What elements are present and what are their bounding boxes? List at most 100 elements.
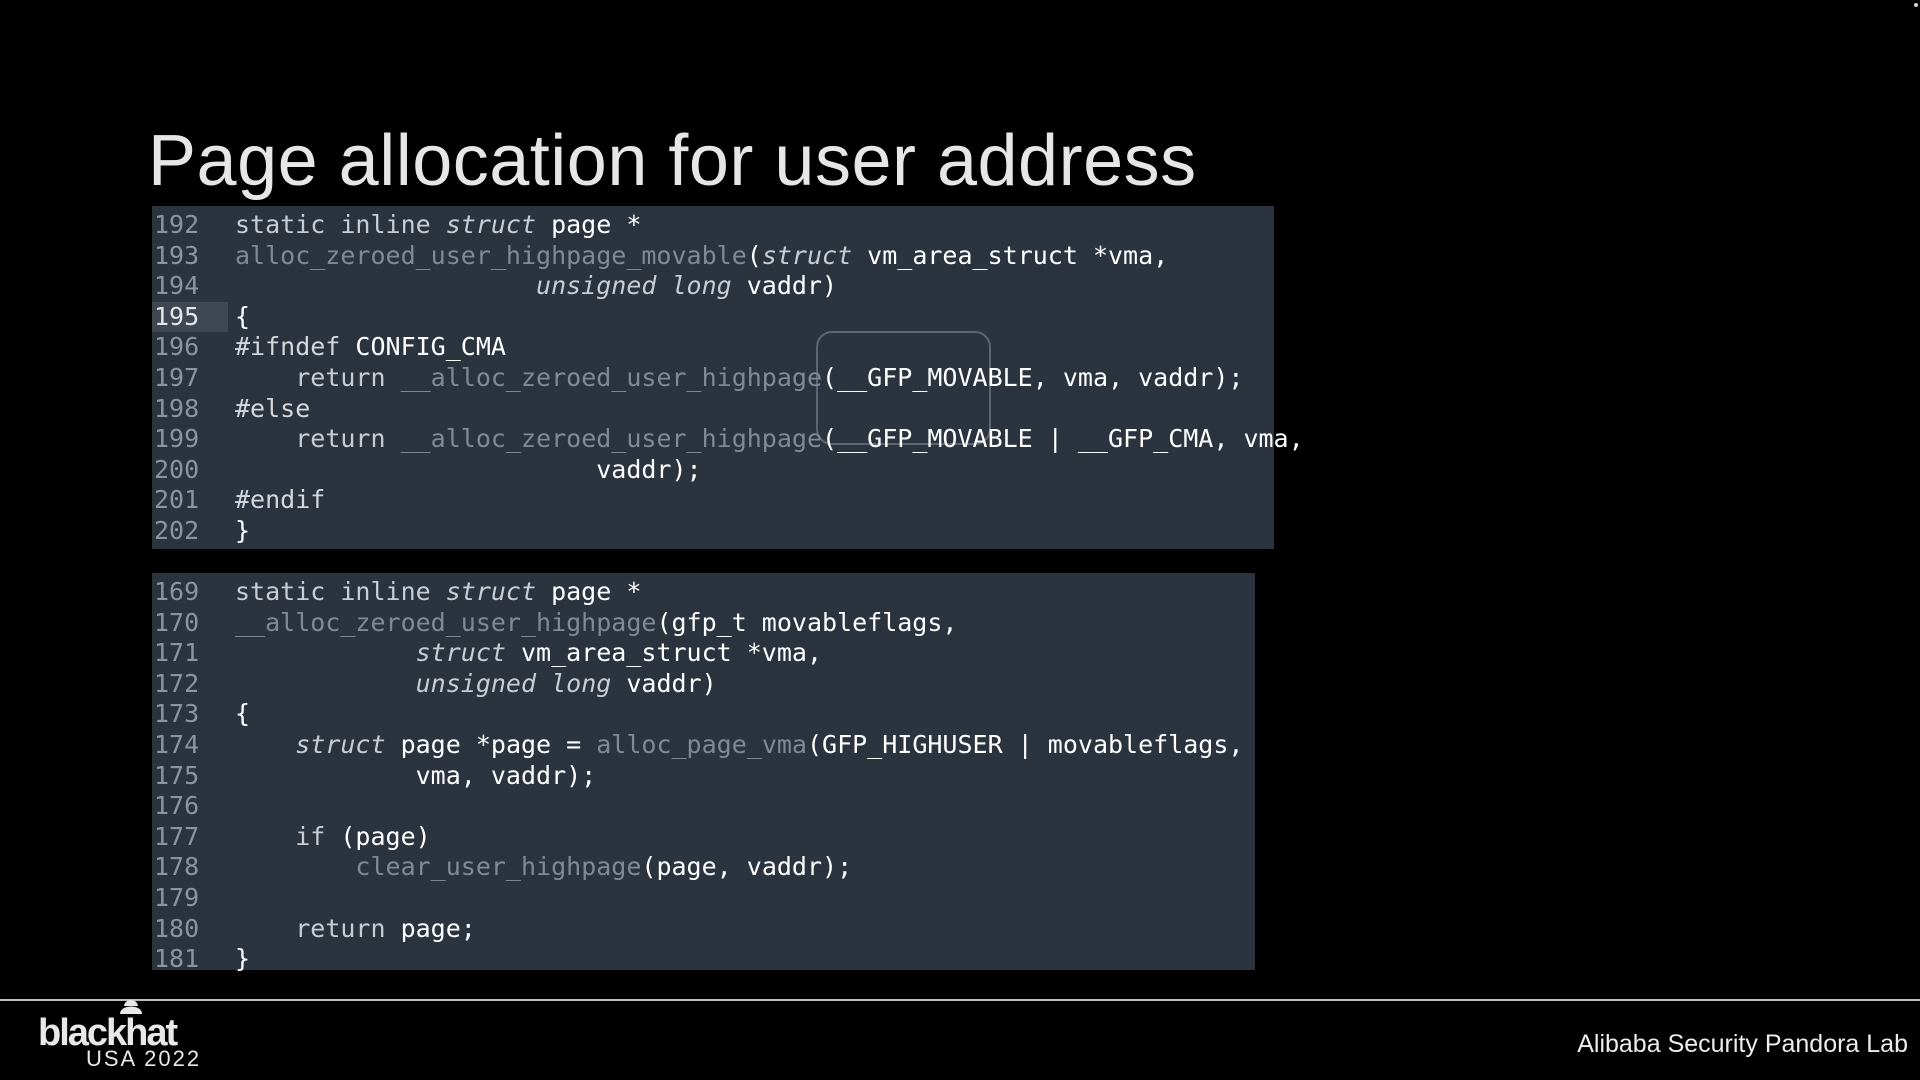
code-line: 176: [152, 791, 1255, 822]
code-token: }: [235, 516, 251, 545]
line-number: 193: [154, 240, 200, 270]
line-number: 200: [154, 454, 200, 484]
line-number: 176: [154, 791, 200, 821]
code-text: struct vm_area_struct *vma,: [235, 638, 822, 669]
code-token: if: [295, 821, 326, 851]
code-token: #endif: [235, 485, 326, 515]
code-line: 177 if (page): [152, 822, 1255, 853]
slide-title: Page allocation for user address: [148, 121, 1197, 202]
code-token: clear_user_highpage: [355, 852, 642, 882]
code-token: return: [295, 363, 401, 392]
line-number: 201: [154, 485, 200, 515]
code-text: unsigned long vaddr): [235, 669, 717, 700]
code-line: 202}: [152, 516, 1274, 547]
line-number: 181: [154, 944, 200, 974]
code-text: return __alloc_zeroed_user_highpage(__GF…: [235, 424, 1304, 455]
code-line: 195{: [152, 301, 1274, 333]
code-text: struct page *page = alloc_page_vma(GFP_H…: [235, 730, 1243, 761]
code-token: unsigned long: [415, 668, 612, 698]
line-number: 194: [154, 271, 200, 301]
code-text: if (page): [235, 821, 431, 853]
line-number: 199: [154, 424, 200, 454]
code-token: __alloc_zeroed_user_highpage: [400, 424, 823, 454]
code-line: 175 vma, vaddr);: [152, 761, 1255, 792]
code-text: #endif: [235, 485, 325, 516]
code-token: {: [235, 699, 251, 729]
code-token: vaddr): [731, 271, 838, 301]
code-token: (page, vaddr);: [641, 852, 853, 882]
code-line: 201 #endif: [152, 485, 1274, 516]
code-text: vma, vaddr);: [235, 760, 597, 792]
code-text: vaddr);: [235, 454, 702, 486]
code-token: __alloc_zeroed_user_highpage: [235, 607, 657, 637]
code-token: static inline: [235, 577, 446, 606]
code-text: }: [235, 516, 250, 547]
code-token: vaddr);: [235, 454, 702, 484]
code-token: alloc_page_vma: [596, 730, 807, 759]
line-number: 174: [154, 730, 200, 759]
code-token: {: [235, 301, 251, 331]
code-token: page *: [536, 577, 642, 606]
code-token: struct: [445, 577, 537, 606]
code-token: CONFIG_CMA: [340, 332, 506, 362]
code-line: 198 #else: [152, 394, 1274, 425]
line-number: 178: [154, 852, 200, 882]
logo-subtitle: USA 2022: [86, 1046, 202, 1071]
code-token: (: [746, 240, 762, 270]
line-number: 172: [154, 668, 200, 698]
line-number: 195: [152, 301, 228, 333]
code-token: return: [295, 913, 386, 943]
code-panel-alloc-zeroed-user-highpage[interactable]: 169 static inline struct page * 170 __alloc…: [152, 573, 1255, 973]
code-text: return page;: [235, 914, 476, 945]
code-text: #else: [235, 394, 310, 425]
code-line: 172 unsigned long vaddr): [152, 669, 1255, 700]
code-line: 173 {: [152, 699, 1255, 730]
line-number: 192: [154, 210, 200, 239]
code-text: unsigned long vaddr): [235, 271, 837, 302]
code-line: 170 __alloc_zeroed_user_highpage(gfp_t mo…: [152, 608, 1255, 639]
code-token: struct: [761, 240, 853, 270]
footer-divider: [0, 999, 1920, 1001]
code-text: static inline struct page *: [235, 577, 641, 608]
code-token: (page): [325, 821, 431, 851]
code-line: 196 #ifndef CONFIG_CMA: [152, 332, 1274, 363]
code-line: 192 static inline struct page *: [152, 210, 1274, 241]
line-number: 169: [154, 577, 200, 606]
code-token: #ifndef: [235, 332, 341, 362]
code-text: __alloc_zeroed_user_highpage(gfp_t movab…: [235, 608, 957, 639]
code-token: vaddr): [611, 668, 717, 698]
footer-organization: Alibaba Security Pandora Lab: [1577, 1030, 1908, 1058]
code-line: 193 alloc_zeroed_user_highpage_movable(st…: [152, 241, 1274, 272]
code-token: vm_area_struct *vma,: [852, 240, 1169, 270]
code-token: page *page =: [385, 730, 597, 759]
code-token: }: [235, 944, 251, 974]
line-number: 179: [154, 883, 200, 912]
line-number: 180: [154, 913, 200, 943]
code-text: {: [235, 699, 250, 730]
code-token: (__GFP_MOVABLE | __GFP_CMA, vma,: [822, 424, 1304, 454]
code-text: alloc_zeroed_user_highpage_movable(struc…: [235, 241, 1168, 272]
code-line: 181}: [152, 944, 1255, 975]
line-number: 175: [154, 760, 200, 790]
code-line: 200 vaddr);: [152, 455, 1274, 486]
code-token: page;: [385, 913, 476, 943]
code-token: (GFP_HIGHUSER | movableflags,: [806, 730, 1244, 759]
code-token: (__GFP_MOVABLE, vma, vaddr);: [822, 363, 1244, 392]
code-line: 180 return page;: [152, 914, 1255, 945]
line-number: 177: [154, 821, 200, 851]
line-number: 198: [154, 393, 200, 423]
code-token: page *: [536, 210, 642, 239]
code-token: struct: [415, 638, 506, 668]
line-number: 197: [154, 363, 200, 392]
code-token: vma, vaddr);: [235, 760, 597, 790]
code-text: clear_user_highpage(page, vaddr);: [235, 852, 852, 883]
code-token: static inline: [235, 210, 446, 239]
code-panel-alloc-zeroed-user-highpage-movable[interactable]: 192 static inline struct page * 193 alloc_z…: [152, 206, 1304, 549]
line-number: 202: [154, 516, 200, 545]
code-line: 169 static inline struct page *: [152, 577, 1255, 608]
code-token: unsigned long: [536, 271, 732, 301]
